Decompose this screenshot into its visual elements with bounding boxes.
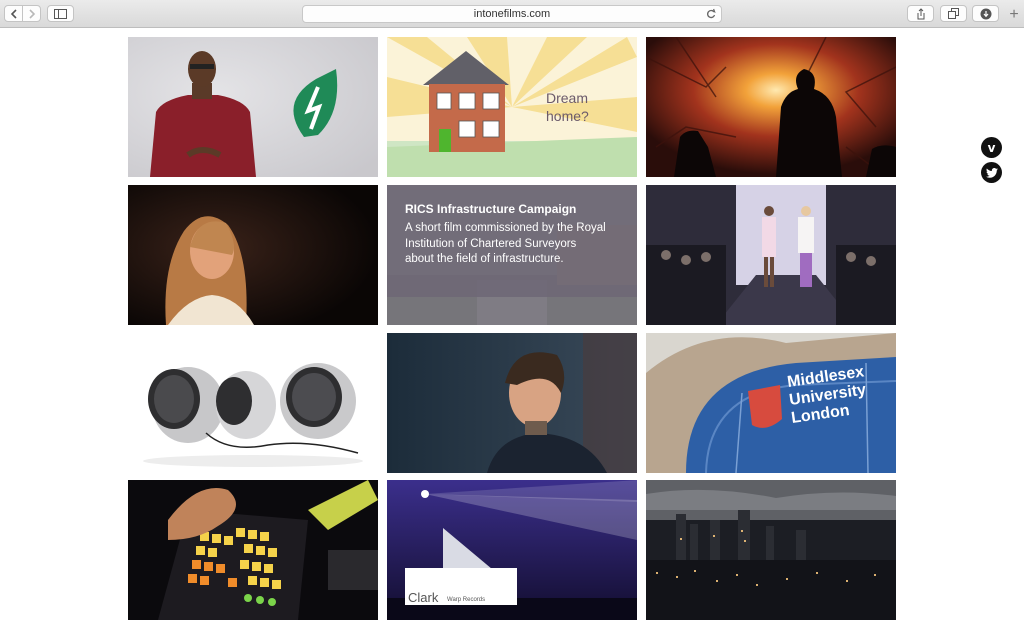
vimeo-glyph: v — [987, 140, 996, 155]
dream-line2: home? — [546, 108, 589, 124]
forward-button[interactable] — [22, 5, 41, 22]
middlesex-thumbnail: Middlesex University London — [646, 333, 896, 473]
share-icon — [917, 7, 924, 19]
singer-thumbnail — [128, 185, 378, 325]
tile-middlesex[interactable]: Middlesex University London — [646, 333, 896, 473]
dream-home-thumbnail: Dream home? — [387, 37, 637, 177]
rics-caption: RICS Infrastructure Campaign A short fil… — [387, 185, 637, 297]
runway-thumbnail — [646, 185, 896, 325]
address-bar[interactable]: intonefilms.com — [302, 5, 722, 23]
launchpad-thumbnail — [128, 480, 378, 620]
twitter-bird-icon — [985, 167, 998, 178]
twitter-icon[interactable] — [981, 162, 1002, 183]
tile-silhouette-fire[interactable] — [646, 37, 896, 177]
tile-fashion-runway[interactable] — [646, 185, 896, 325]
tile-rics-campaign[interactable]: RICS Infrastructure Campaign A short fil… — [387, 185, 637, 325]
rics-description: A short film commissioned by the Royal I… — [405, 221, 619, 268]
rics-title: RICS Infrastructure Campaign — [405, 202, 577, 216]
sidebar-icon — [54, 8, 67, 19]
vimeo-icon[interactable]: v — [981, 137, 1002, 158]
tabs-icon — [947, 8, 959, 19]
clark-artist: Clark — [408, 590, 439, 605]
video-grid: Dream home? RICS Infrastructure Campaign… — [128, 37, 896, 621]
tile-singer-portrait[interactable] — [128, 185, 378, 325]
show-tabs-button[interactable] — [940, 5, 967, 22]
download-icon — [980, 8, 991, 19]
tile-launchpad[interactable] — [128, 480, 378, 620]
reload-icon[interactable] — [706, 8, 716, 22]
share-button[interactable] — [907, 5, 934, 22]
clark-label: Warp Records — [447, 597, 485, 603]
clark-thumbnail: Clark Warp Records — [387, 480, 637, 620]
rics-desc-line3: about the field of infrastructure. — [405, 253, 564, 265]
url-text: intonefilms.com — [473, 8, 551, 20]
speaker-man-thumbnail — [387, 333, 637, 473]
tile-london-skyline[interactable] — [646, 480, 896, 620]
silhouette-thumbnail — [646, 37, 896, 177]
tile-speaker-man[interactable] — [387, 333, 637, 473]
dream-line1: Dream — [546, 90, 588, 106]
tile-clark-warp[interactable]: Clark Warp Records — [387, 480, 637, 620]
rics-desc-line1: A short film commissioned by the Royal — [405, 222, 606, 234]
back-button[interactable] — [4, 5, 23, 22]
speakers-thumbnail — [128, 333, 378, 473]
new-tab-button[interactable]: + — [1006, 7, 1022, 23]
tile-speakers[interactable] — [128, 333, 378, 473]
tile-presenter-leaf[interactable] — [128, 37, 378, 177]
chevron-right-icon — [28, 8, 35, 19]
rics-desc-line2: Institution of Chartered Surveyors — [405, 237, 577, 250]
skyline-thumbnail — [646, 480, 896, 620]
tile-dream-home[interactable]: Dream home? — [387, 37, 637, 177]
presenter-thumbnail — [128, 37, 378, 177]
chevron-left-icon — [10, 8, 17, 19]
browser-toolbar: intonefilms.com + — [0, 0, 1024, 28]
downloads-button[interactable] — [972, 5, 999, 22]
sidebar-toggle-button[interactable] — [47, 5, 74, 22]
